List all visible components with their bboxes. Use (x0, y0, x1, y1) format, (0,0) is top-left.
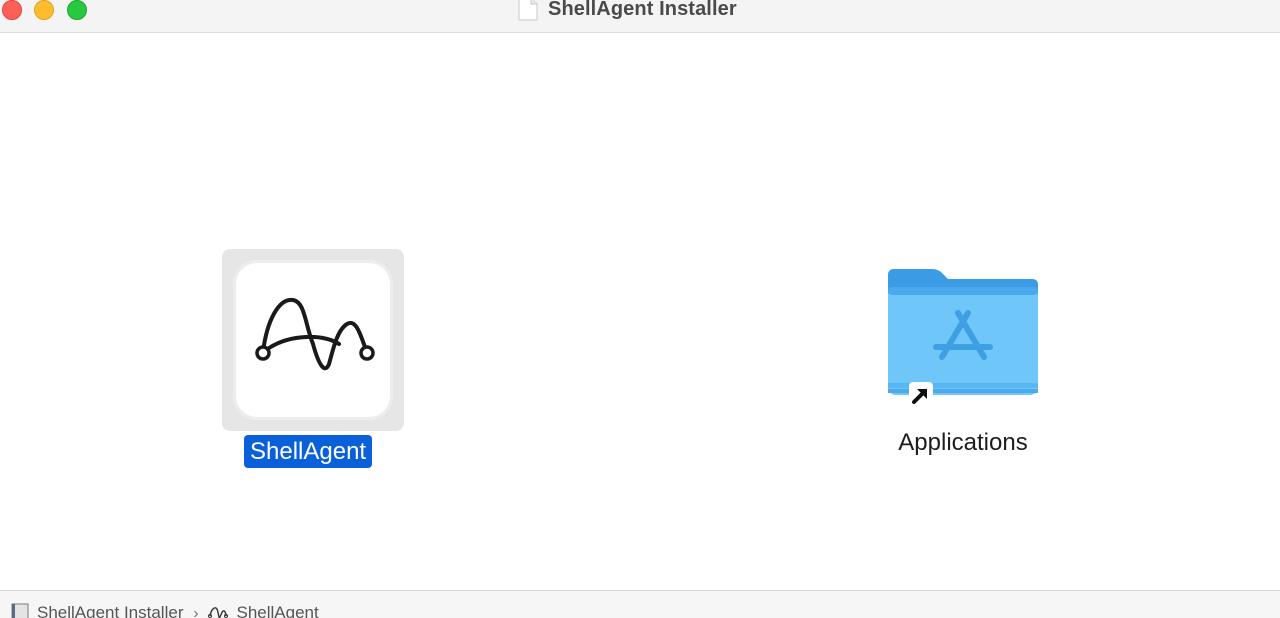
window-title-group: ShellAgent Installer (518, 0, 737, 21)
breadcrumb-item-installer[interactable]: ShellAgent Installer (37, 603, 183, 618)
path-bar: ShellAgent Installer › ShellAgent (0, 590, 1280, 618)
icon-view[interactable]: ShellAgent Applications (0, 33, 1280, 590)
minimize-button[interactable] (34, 0, 54, 20)
window-title: ShellAgent Installer (548, 0, 737, 20)
breadcrumb-separator: › (193, 604, 199, 618)
applications-folder-alias-icon[interactable] (884, 265, 1044, 415)
selection-highlight (222, 249, 404, 431)
finder-window: ShellAgent Installer ShellAgent Applicat… (0, 0, 1280, 618)
file-label-applications[interactable]: Applications (858, 427, 1068, 459)
zoom-button[interactable] (67, 0, 87, 20)
file-label-shellagent[interactable]: ShellAgent (244, 435, 373, 468)
document-icon (518, 0, 538, 21)
alias-arrow-icon (909, 382, 933, 406)
file-item-shellagent[interactable]: ShellAgent (222, 249, 404, 468)
close-button[interactable] (2, 0, 22, 20)
title-bar[interactable]: ShellAgent Installer (0, 0, 1280, 33)
shellagent-app-icon[interactable] (233, 260, 393, 420)
breadcrumb-item-shellagent[interactable]: ShellAgent (236, 603, 318, 618)
breadcrumb: ShellAgent Installer › ShellAgent (10, 603, 319, 618)
disk-image-icon (11, 603, 29, 618)
shellagent-mini-icon (208, 607, 229, 618)
